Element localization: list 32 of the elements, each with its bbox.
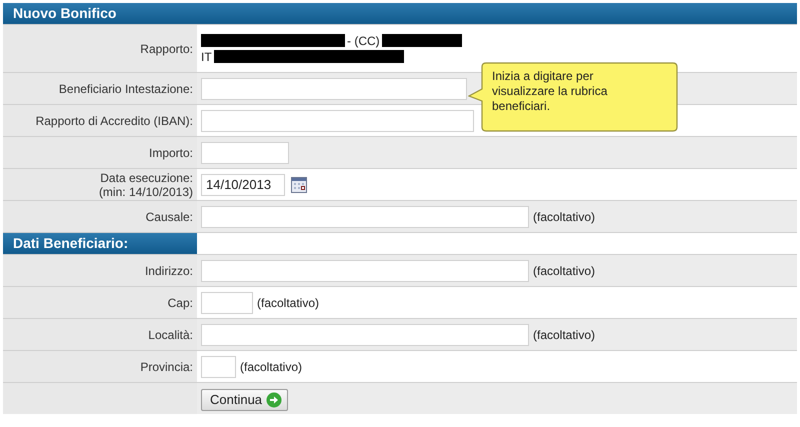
field-label: Indirizzo: [144, 264, 193, 278]
field-label: Località: [148, 328, 193, 342]
field-label: Cap: [168, 296, 193, 310]
field-hint: (min: 14/10/2013) [98, 184, 193, 198]
tooltip: Inizia a digitare per visualizzare la rubrica beneficiari. [468, 62, 678, 132]
field-label: Provincia: [140, 360, 193, 374]
optional-note: (facoltativo) [533, 210, 596, 224]
input-field[interactable] [201, 206, 529, 228]
input-field[interactable] [201, 142, 289, 164]
continue-button[interactable]: Continua [201, 388, 288, 410]
input-field[interactable] [201, 324, 529, 346]
field-label: Data esecuzione: [100, 170, 193, 184]
optional-note: (facoltativo) [257, 296, 320, 310]
calendar-icon[interactable] [291, 176, 307, 192]
input-field[interactable] [201, 78, 467, 100]
form-title: Nuovo Bonifico [3, 3, 797, 24]
input-field[interactable] [201, 356, 236, 378]
optional-note: (facoltativo) [533, 328, 596, 342]
field-label: Rapporto: [140, 42, 193, 56]
field-label: Importo: [148, 146, 193, 160]
input-field[interactable] [201, 260, 529, 282]
optional-note: (facoltativo) [533, 264, 596, 278]
input-field[interactable] [201, 292, 253, 314]
section-header: Dati Beneficiario: [3, 233, 197, 254]
country-code: IT [201, 50, 212, 64]
input-field[interactable] [201, 110, 474, 132]
field-label: Causale: [146, 210, 193, 224]
account-type: - (CC) [347, 34, 380, 48]
date-field[interactable]: 14/10/2013 [201, 174, 285, 196]
field-label: Beneficiario Intestazione: [58, 82, 193, 96]
optional-note: (facoltativo) [240, 360, 302, 374]
field-label: Rapporto di Accredito (IBAN): [36, 114, 193, 128]
